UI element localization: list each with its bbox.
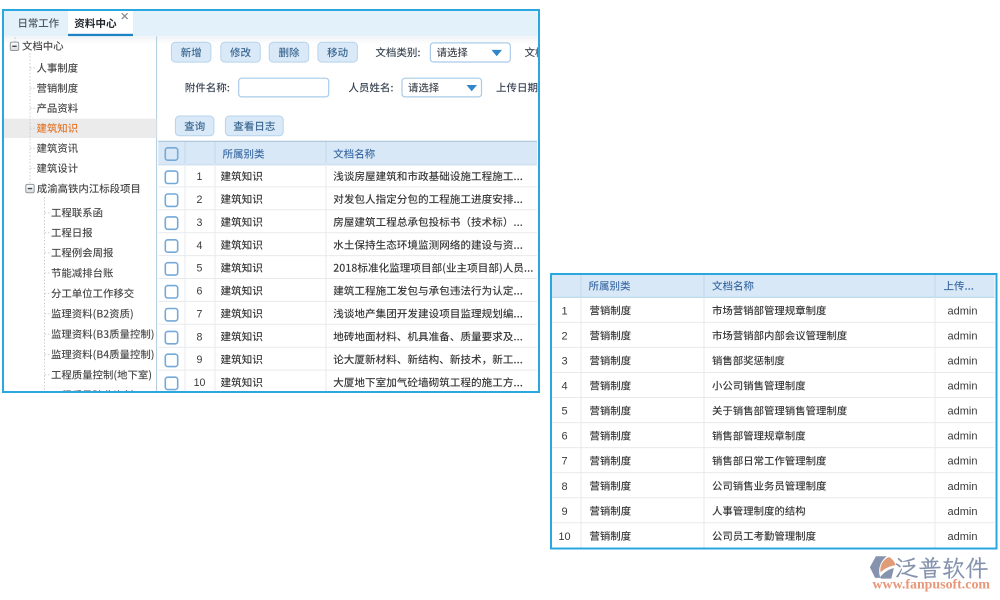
svg-text:8: 8 xyxy=(561,481,567,493)
svg-text:5: 5 xyxy=(197,263,203,275)
svg-text:6: 6 xyxy=(197,286,203,298)
svg-text:admin: admin xyxy=(948,531,978,543)
svg-text:10: 10 xyxy=(194,377,206,389)
svg-text:2: 2 xyxy=(197,194,203,206)
svg-text:8: 8 xyxy=(197,331,203,343)
svg-text:10: 10 xyxy=(558,531,570,543)
svg-text:1: 1 xyxy=(561,305,567,317)
svg-text:admin: admin xyxy=(948,356,978,368)
svg-text:4: 4 xyxy=(197,240,203,252)
svg-text:7: 7 xyxy=(197,309,203,321)
svg-text:www.fanpusoft.com: www.fanpusoft.com xyxy=(873,577,991,592)
svg-text:2: 2 xyxy=(561,331,567,343)
svg-text:9: 9 xyxy=(197,354,203,366)
svg-text:9: 9 xyxy=(561,506,567,518)
svg-text:admin: admin xyxy=(948,431,978,443)
svg-text:admin: admin xyxy=(948,406,978,418)
svg-text:1: 1 xyxy=(197,171,203,183)
svg-text:admin: admin xyxy=(948,456,978,468)
svg-text:4: 4 xyxy=(561,381,567,393)
svg-text:admin: admin xyxy=(948,481,978,493)
svg-text:7: 7 xyxy=(561,456,567,468)
svg-text:admin: admin xyxy=(948,381,978,393)
svg-text:admin: admin xyxy=(948,331,978,343)
svg-text:6: 6 xyxy=(561,431,567,443)
svg-text:5: 5 xyxy=(561,406,567,418)
svg-text:3: 3 xyxy=(561,356,567,368)
svg-text:admin: admin xyxy=(948,305,978,317)
svg-text:admin: admin xyxy=(948,506,978,518)
svg-text:3: 3 xyxy=(197,217,203,229)
